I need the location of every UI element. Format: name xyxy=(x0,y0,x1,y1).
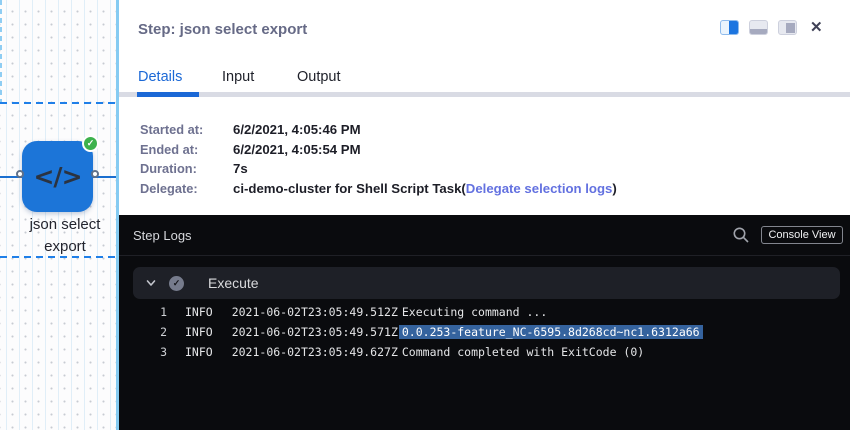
log-line-number: 1 xyxy=(119,305,167,319)
stage-boundary-dashed-top xyxy=(0,102,116,104)
section-success-check-icon: ✓ xyxy=(169,276,184,291)
log-line: 2 INFO 2021-06-02T23:05:49.571Z 0.0.253-… xyxy=(119,322,850,342)
detail-label: Duration: xyxy=(140,161,233,176)
detail-label: Ended at: xyxy=(140,142,233,157)
node-input-port[interactable] xyxy=(16,170,24,178)
close-icon[interactable]: ✕ xyxy=(810,20,823,35)
detail-row-started-at: Started at: 6/2/2021, 4:05:46 PM xyxy=(140,120,617,140)
panel-layout-controls: ✕ xyxy=(720,20,823,35)
log-line-number: 2 xyxy=(119,325,167,339)
detail-row-delegate: Delegate: ci-demo-cluster for Shell Scri… xyxy=(140,179,617,199)
step-logs-header: Step Logs Console View xyxy=(119,215,850,256)
stage-boundary-dashed-vertical xyxy=(0,0,2,102)
delegate-value-prefix: ci-demo-cluster for Shell Script Task( xyxy=(233,181,466,196)
delegate-value-suffix: ) xyxy=(612,181,616,196)
log-lines[interactable]: 1 INFO 2021-06-02T23:05:49.512Z Executin… xyxy=(119,302,850,362)
panel-title: Step: json select export xyxy=(138,21,307,38)
tab-input[interactable]: Input xyxy=(222,69,254,85)
tab-details[interactable]: Details xyxy=(138,69,182,85)
step-node-label: json select export xyxy=(20,214,110,258)
detail-value: ci-demo-cluster for Shell Script Task(De… xyxy=(233,181,617,196)
log-line: 1 INFO 2021-06-02T23:05:49.512Z Executin… xyxy=(119,302,850,322)
step-logs-panel: Step Logs Console View ✓ Execute 1 INFO … xyxy=(119,215,850,430)
log-level: INFO xyxy=(185,325,213,339)
detail-value: 6/2/2021, 4:05:54 PM xyxy=(233,142,361,157)
console-view-button[interactable]: Console View xyxy=(761,226,843,244)
code-icon: </> xyxy=(33,162,81,191)
log-level: INFO xyxy=(185,345,213,359)
pipeline-canvas[interactable]: </> ✓ json select export xyxy=(0,0,116,430)
log-message: Command completed with ExitCode (0) xyxy=(402,345,644,359)
log-message: Executing command ... xyxy=(402,305,547,319)
tabbar-track xyxy=(119,92,850,97)
detail-label: Started at: xyxy=(140,122,233,137)
log-message-selected: 0.0.253-feature_NC-6595.8d268cd~nc1.6312… xyxy=(399,325,703,339)
detail-value: 7s xyxy=(233,161,248,176)
step-logs-title: Step Logs xyxy=(133,228,192,243)
log-timestamp: 2021-06-02T23:05:49.571Z xyxy=(232,325,398,339)
detail-value: 6/2/2021, 4:05:46 PM xyxy=(233,122,361,137)
log-section-label: Execute xyxy=(208,275,259,291)
details-table: Started at: 6/2/2021, 4:05:46 PM Ended a… xyxy=(140,120,617,198)
detail-row-duration: Duration: 7s xyxy=(140,159,617,179)
step-detail-panel: Step: json select export ✕ Details Input… xyxy=(119,0,850,430)
log-line-number: 3 xyxy=(119,345,167,359)
chevron-down-icon[interactable] xyxy=(145,277,157,289)
log-line: 3 INFO 2021-06-02T23:05:49.627Z Command … xyxy=(119,342,850,362)
search-icon[interactable] xyxy=(732,226,750,244)
split-view-icon[interactable] xyxy=(720,20,739,35)
log-section-execute[interactable]: ✓ Execute xyxy=(133,267,840,299)
tab-output[interactable]: Output xyxy=(297,69,341,85)
success-check-badge-icon: ✓ xyxy=(82,135,99,152)
bottom-panel-view-icon[interactable] xyxy=(749,20,768,35)
node-output-port[interactable] xyxy=(91,170,99,178)
tabbar-active-indicator xyxy=(137,92,199,97)
log-timestamp: 2021-06-02T23:05:49.627Z xyxy=(232,345,398,359)
detail-label: Delegate: xyxy=(140,181,233,196)
log-level: INFO xyxy=(185,305,213,319)
right-panel-view-icon[interactable] xyxy=(778,20,797,35)
step-detail-white-area: Step: json select export ✕ Details Input… xyxy=(119,0,850,215)
step-node-json-select-export[interactable]: </> ✓ xyxy=(22,141,93,212)
delegate-selection-logs-link[interactable]: Delegate selection logs xyxy=(466,181,613,196)
log-timestamp: 2021-06-02T23:05:49.512Z xyxy=(232,305,398,319)
detail-row-ended-at: Ended at: 6/2/2021, 4:05:54 PM xyxy=(140,140,617,160)
